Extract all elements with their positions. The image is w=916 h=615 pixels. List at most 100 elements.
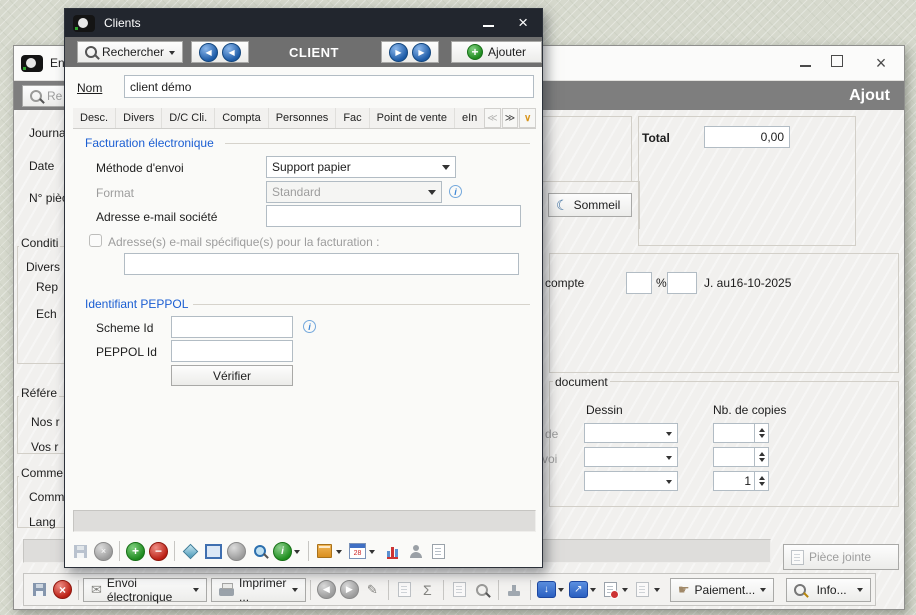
record-info-button[interactable]: i [271, 540, 294, 563]
piece-label: N° pièc [29, 191, 68, 205]
nom-label[interactable]: Nom [77, 81, 102, 95]
tab-desc[interactable]: Desc. [73, 108, 117, 128]
escompte-pct-field[interactable] [626, 272, 652, 294]
peppol-section-title: Identifiant PEPPOL [85, 297, 189, 311]
last-record-icon[interactable]: ▶ [411, 42, 431, 62]
paiement-label: Paiement... [694, 582, 756, 597]
format-dropdown[interactable]: Standard [266, 181, 442, 203]
close-button[interactable]: × [866, 53, 896, 73]
cancel-button[interactable]: × [51, 578, 74, 601]
envoi-electronique-button[interactable]: ✉ Envoi électronique [83, 576, 208, 604]
dessin-dropdown-2[interactable] [584, 447, 678, 467]
tab-personnes[interactable]: Personnes [269, 108, 337, 128]
tab-list-button[interactable]: ∨ [519, 108, 536, 128]
ajouter-button[interactable]: + Ajouter [450, 41, 542, 63]
stepper-arrows[interactable] [754, 424, 768, 442]
tab-fac[interactable]: Fac [336, 108, 370, 128]
sigma-icon: Σ [423, 581, 432, 598]
prev-record-button[interactable]: ◀ [315, 578, 338, 601]
edit-button[interactable]: ✎ [361, 578, 384, 601]
chevron-down-icon[interactable] [294, 549, 300, 557]
next-record-icon[interactable]: ▶ [388, 42, 408, 62]
delete-record-button[interactable]: − [147, 540, 170, 563]
moon-icon: ☾ [556, 197, 569, 213]
dessin-dropdown-1[interactable] [584, 423, 678, 443]
dialog-close-button[interactable]: × [518, 13, 528, 33]
list-view-button[interactable] [202, 540, 225, 563]
chevron-down-icon[interactable] [589, 588, 596, 595]
copies-value-1 [714, 424, 754, 442]
rechercher-button[interactable]: Rechercher [77, 41, 184, 63]
add-record-button[interactable]: + [124, 540, 147, 563]
key-button[interactable] [471, 578, 494, 601]
verifier-button[interactable]: Vérifier [171, 365, 293, 386]
archive-button[interactable] [631, 578, 654, 601]
info-button[interactable]: Info... [786, 577, 871, 602]
export-button[interactable]: ↗ [567, 578, 590, 601]
delete-document-button[interactable] [599, 578, 622, 601]
peppol-id-input[interactable] [171, 340, 293, 362]
tab-scroll-left-button[interactable]: ≪ [484, 108, 501, 128]
commentaire-group-label: Comme [19, 466, 66, 480]
notes-button[interactable] [313, 540, 336, 563]
nos-ref-label: Nos r [31, 415, 60, 429]
copies-stepper-1[interactable] [713, 423, 769, 443]
filter-button[interactable] [179, 540, 202, 563]
chevron-down-icon[interactable] [557, 588, 564, 595]
chevron-down-icon[interactable] [621, 588, 628, 595]
maximize-button[interactable] [822, 53, 852, 73]
chevron-down-icon[interactable] [336, 549, 342, 557]
arrow-share-icon: ↗ [568, 581, 588, 598]
nav-first-prev-group: ◀ ◀ [191, 41, 250, 63]
escompte-days-field[interactable] [667, 272, 697, 294]
format-info-icon[interactable]: i [449, 185, 462, 198]
document-button[interactable] [393, 578, 416, 601]
nom-input[interactable]: client démo [124, 75, 534, 98]
dialog-minimize-button[interactable] [483, 14, 495, 32]
prev-record-icon[interactable]: ◀ [222, 42, 242, 62]
next-record-button[interactable]: ▶ [338, 578, 361, 601]
stamp-button[interactable] [503, 578, 526, 601]
minimize-button[interactable] [790, 53, 820, 73]
sum-button[interactable]: Σ [416, 578, 439, 601]
save-record-button[interactable] [69, 540, 92, 563]
email-societe-input[interactable] [266, 205, 521, 227]
web-button[interactable] [225, 540, 248, 563]
tab-dc-cli[interactable]: D/C Cli. [162, 108, 216, 128]
copies-stepper-3[interactable]: 1 [713, 471, 769, 491]
tab-divers[interactable]: Divers [116, 108, 163, 128]
stepper-arrows[interactable] [754, 472, 768, 490]
email-specifique-input[interactable] [124, 253, 519, 275]
first-record-icon[interactable]: ◀ [199, 42, 219, 62]
email-specifique-label: Adresse(s) e-mail spécifique(s) pour la … [108, 235, 380, 249]
methode-envoi-dropdown[interactable]: Support papier [266, 156, 456, 178]
save-button[interactable] [28, 578, 51, 601]
copy-document-button[interactable] [448, 578, 471, 601]
stepper-arrows[interactable] [754, 448, 768, 466]
scheme-info-icon[interactable]: i [303, 320, 316, 333]
import-button[interactable]: ↓ [535, 578, 558, 601]
chevron-down-icon[interactable] [653, 588, 660, 595]
scheme-id-input[interactable] [171, 316, 293, 338]
copies-stepper-2[interactable] [713, 447, 769, 467]
chevron-down-icon[interactable] [369, 549, 375, 557]
dessin-dropdown-3[interactable] [584, 471, 678, 491]
tab-einvoicing[interactable]: eIn [455, 108, 483, 128]
contact-button[interactable] [404, 540, 427, 563]
report-button[interactable] [427, 540, 450, 563]
sommeil-button[interactable]: ☾ Sommeil [548, 193, 632, 217]
zoom-search-button[interactable] [248, 540, 271, 563]
paiement-button[interactable]: ☛ Paiement... [669, 577, 775, 602]
stats-button[interactable] [381, 540, 404, 563]
format-label: Format [96, 186, 135, 200]
tab-compta[interactable]: Compta [215, 108, 269, 128]
agenda-button[interactable]: 28 [346, 540, 369, 563]
total-field[interactable]: 0,00 [704, 126, 790, 148]
desktop: Encod × Re Ajout Journal Date N° pièc Co… [0, 0, 916, 615]
piece-jointe-button[interactable]: Pièce jointe [783, 544, 899, 570]
tab-scroll-right-button[interactable]: ≫ [501, 108, 519, 128]
tab-point-de-vente[interactable]: Point de vente [370, 108, 455, 128]
imprimer-button[interactable]: Imprimer ... [211, 576, 306, 604]
cancel-record-button[interactable]: × [92, 540, 115, 563]
email-specifique-checkbox[interactable] [89, 234, 102, 247]
